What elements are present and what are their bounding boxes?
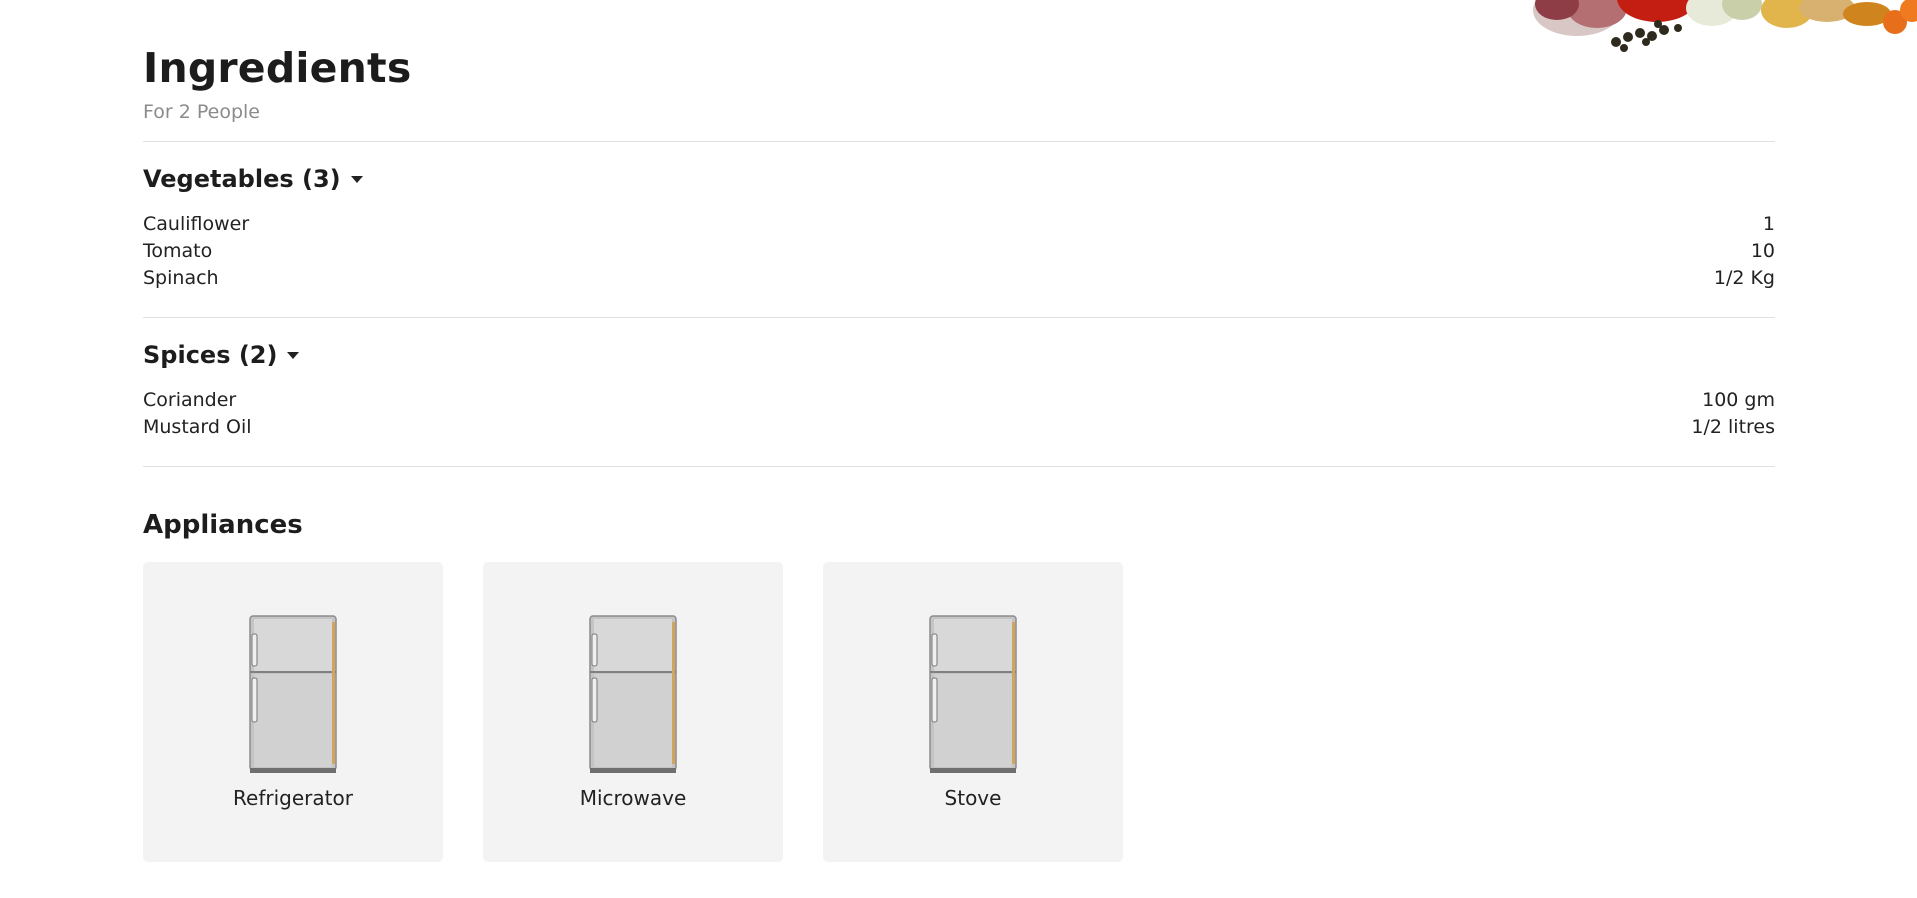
refrigerator-icon [589,615,677,773]
ingredient-quantity: 1/2 litres [1691,416,1775,438]
ingredient-row: Cauliflower 1 [143,211,1775,238]
ingredient-name: Tomato [143,240,213,262]
appliance-cards: Refrigerator Microwave Stove [143,562,1123,862]
appliance-label: Refrigerator [233,786,353,810]
section-title: Spices (2) [143,341,278,369]
appliance-label: Microwave [579,786,687,810]
ingredient-name: Cauliflower [143,213,250,235]
appliance-card-stove[interactable]: Stove [823,562,1123,862]
servings-subtitle: For 2 People [143,101,260,123]
caret-down-icon [350,175,363,183]
ingredient-quantity: 10 [1750,240,1775,262]
appliance-card-refrigerator[interactable]: Refrigerator [143,562,443,862]
appliance-label: Stove [944,786,1002,810]
appliances-title: Appliances [143,510,303,540]
ingredient-quantity: 1/2 Kg [1713,267,1775,289]
vegetables-spices-image [1533,0,1917,52]
ingredient-name: Coriander [143,389,237,411]
appliance-card-microwave[interactable]: Microwave [483,562,783,862]
ingredient-row: Tomato 10 [143,238,1775,265]
vegetables-toggle[interactable]: Vegetables (3) [143,165,363,193]
spices-list: Coriander 100 gm Mustard Oil 1/2 litres [143,387,1775,441]
page-title: Ingredients [143,44,412,92]
ingredient-name: Spinach [143,267,219,289]
spices-toggle[interactable]: Spices (2) [143,341,300,369]
refrigerator-icon [249,615,337,773]
ingredient-quantity: 1 [1762,213,1775,235]
refrigerator-icon [929,615,1017,773]
divider [143,141,1775,142]
vegetables-list: Cauliflower 1 Tomato 10 Spinach 1/2 Kg [143,211,1775,292]
ingredient-name: Mustard Oil [143,416,252,438]
ingredient-row: Spinach 1/2 Kg [143,265,1775,292]
divider [143,317,1775,318]
ingredient-row: Coriander 100 gm [143,387,1775,414]
divider [143,466,1775,467]
ingredient-row: Mustard Oil 1/2 litres [143,414,1775,441]
section-title: Vegetables (3) [143,165,341,193]
ingredient-quantity: 100 gm [1702,389,1775,411]
caret-down-icon [287,351,300,359]
